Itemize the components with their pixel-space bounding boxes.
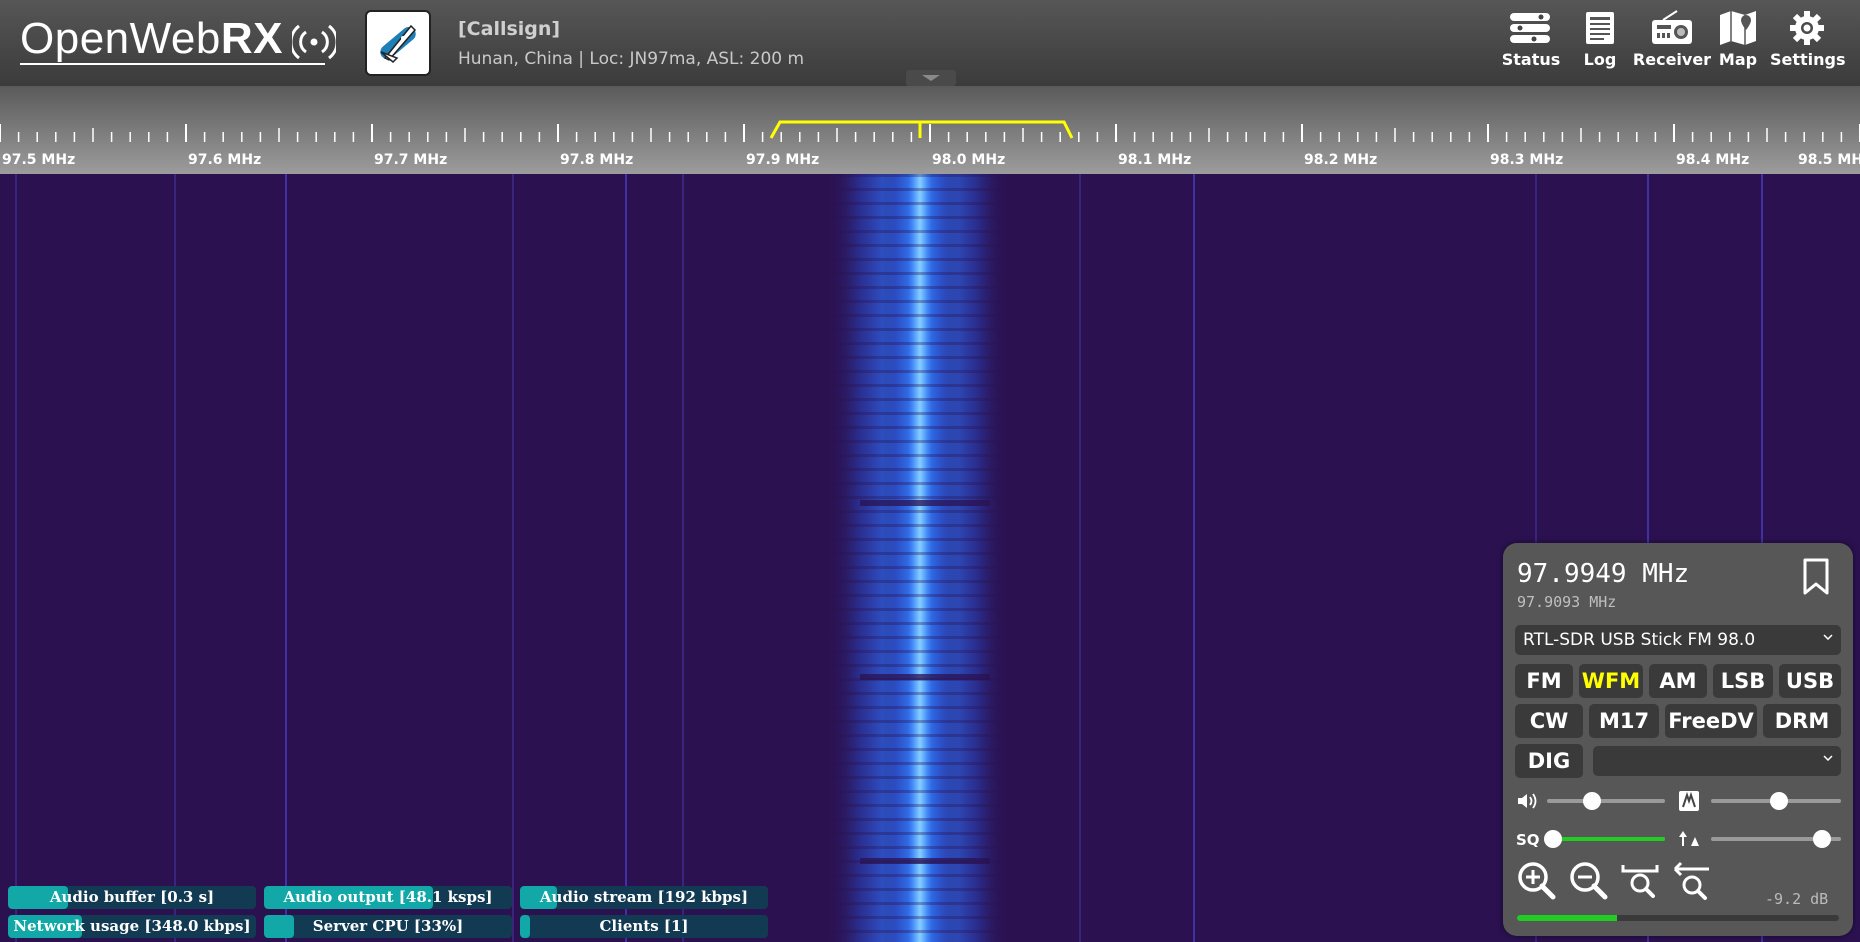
mode-dig-button[interactable]: DIG xyxy=(1515,744,1583,778)
receiver-callsign: [Callsign] xyxy=(458,18,561,40)
audio-buffer-bar: Audio buffer [0.3 s] xyxy=(8,886,256,909)
mode-fm-button[interactable]: FM xyxy=(1515,664,1573,698)
mode-drm-button[interactable]: DRM xyxy=(1763,704,1841,738)
scale-label: 97.6 MHz xyxy=(188,152,262,168)
gear-icon xyxy=(1790,11,1824,45)
nav-status-button[interactable]: Status xyxy=(1498,10,1564,69)
scale-ticks xyxy=(0,120,1860,142)
scale-label: 97.7 MHz xyxy=(374,152,448,168)
scale-label: 98.1 MHz xyxy=(1118,152,1192,168)
zoom-out-icon[interactable] xyxy=(1567,859,1609,901)
volume-icon[interactable] xyxy=(1515,790,1539,812)
scale-label: 97.5 MHz xyxy=(2,152,76,168)
log-icon xyxy=(1586,12,1614,44)
svg-text:SQ: SQ xyxy=(1516,831,1539,849)
swiss-knife-icon xyxy=(380,24,417,64)
mode-freedv-button[interactable]: FreeDV xyxy=(1665,704,1757,738)
bookmark-icon[interactable] xyxy=(1799,557,1833,597)
chevron-down-icon xyxy=(1823,634,1833,640)
nav-log-button[interactable]: Log xyxy=(1574,10,1626,69)
scale-label: 98.0 MHz xyxy=(932,152,1006,168)
mode-m17-button[interactable]: M17 xyxy=(1589,704,1659,738)
squelch-slider-thumb[interactable] xyxy=(1543,830,1562,848)
balance-icon[interactable] xyxy=(1677,828,1701,850)
scale-label: 98.3 MHz xyxy=(1490,152,1564,168)
receiver-icon xyxy=(1652,10,1692,44)
radio-waves-icon xyxy=(292,24,336,60)
volume-slider[interactable] xyxy=(1547,792,1665,810)
gain-slider[interactable] xyxy=(1711,792,1841,810)
clients-bar: Clients [1] xyxy=(520,915,768,938)
mode-am-button[interactable]: AM xyxy=(1649,664,1707,698)
receiver-location: Hunan, China | Loc: JN97ma, ASL: 200 m xyxy=(458,49,805,69)
status-icon xyxy=(1510,13,1550,43)
server-cpu-bar: Server CPU [33%] xyxy=(264,915,512,938)
nav-settings-button[interactable]: Settings xyxy=(1770,10,1846,69)
gain-slider-thumb[interactable] xyxy=(1769,792,1788,810)
zoom-in-icon[interactable] xyxy=(1515,859,1557,901)
squelch-slider-fill xyxy=(1547,837,1665,841)
receiver-avatar[interactable] xyxy=(365,10,431,76)
balance-slider[interactable] xyxy=(1711,830,1841,848)
network-usage-bar: Network usage [348.0 kbps] xyxy=(8,915,256,938)
audio-stream-bar: Audio stream [192 kbps] xyxy=(520,886,768,909)
scale-label: 97.8 MHz xyxy=(560,152,634,168)
zoom-to-band-icon[interactable] xyxy=(1619,859,1661,901)
mode-cw-button[interactable]: CW xyxy=(1515,704,1583,738)
top-bar: OpenWebRX [Callsign] Hunan, China | Loc:… xyxy=(0,0,1860,86)
signal-level-readout: -9.2 dB xyxy=(1765,890,1829,908)
digital-mode-select[interactable] xyxy=(1593,746,1841,776)
logo-underline xyxy=(20,63,325,65)
nav-receiver-button[interactable]: Receiver xyxy=(1632,10,1712,69)
mode-lsb-button[interactable]: LSB xyxy=(1713,664,1773,698)
scale-label: 98.2 MHz xyxy=(1304,152,1378,168)
chevron-down-icon xyxy=(1823,755,1833,761)
scale-label: 98.5 MHz xyxy=(1798,152,1860,168)
nav-map-button[interactable]: Map xyxy=(1714,10,1762,69)
balance-slider-thumb[interactable] xyxy=(1812,830,1831,848)
receiver-panel: 97.9949 MHz 97.9093 MHz RTL-SDR USB Stic… xyxy=(1503,543,1853,936)
frequency-scale[interactable]: 97.5 MHz 97.6 MHz 97.7 MHz 97.8 MHz 97.9 MHz… xyxy=(0,86,1860,174)
tuned-frequency[interactable]: 97.9949 MHz xyxy=(1517,559,1689,589)
audio-output-bar: Audio output [48.1 ksps] xyxy=(264,886,512,909)
squelch-slider[interactable] xyxy=(1543,830,1665,848)
chevron-down-icon[interactable] xyxy=(906,70,956,86)
gain-icon[interactable] xyxy=(1677,790,1701,812)
scale-label: 97.9 MHz xyxy=(746,152,820,168)
mode-usb-button[interactable]: USB xyxy=(1779,664,1841,698)
scale-label: 98.4 MHz xyxy=(1676,152,1750,168)
squelch-icon[interactable]: SQ xyxy=(1515,828,1539,850)
s-meter xyxy=(1517,915,1839,921)
s-meter-fill xyxy=(1517,915,1617,921)
openwebrx-logo[interactable]: OpenWebRX xyxy=(20,14,283,64)
mode-wfm-button[interactable]: WFM xyxy=(1579,664,1643,698)
volume-slider-thumb[interactable] xyxy=(1582,792,1601,810)
map-icon xyxy=(1720,11,1756,45)
zoom-reset-icon[interactable] xyxy=(1671,859,1713,901)
profile-select[interactable]: RTL-SDR USB Stick FM 98.0 xyxy=(1515,625,1841,655)
offset-frequency: 97.9093 MHz xyxy=(1517,593,1617,611)
